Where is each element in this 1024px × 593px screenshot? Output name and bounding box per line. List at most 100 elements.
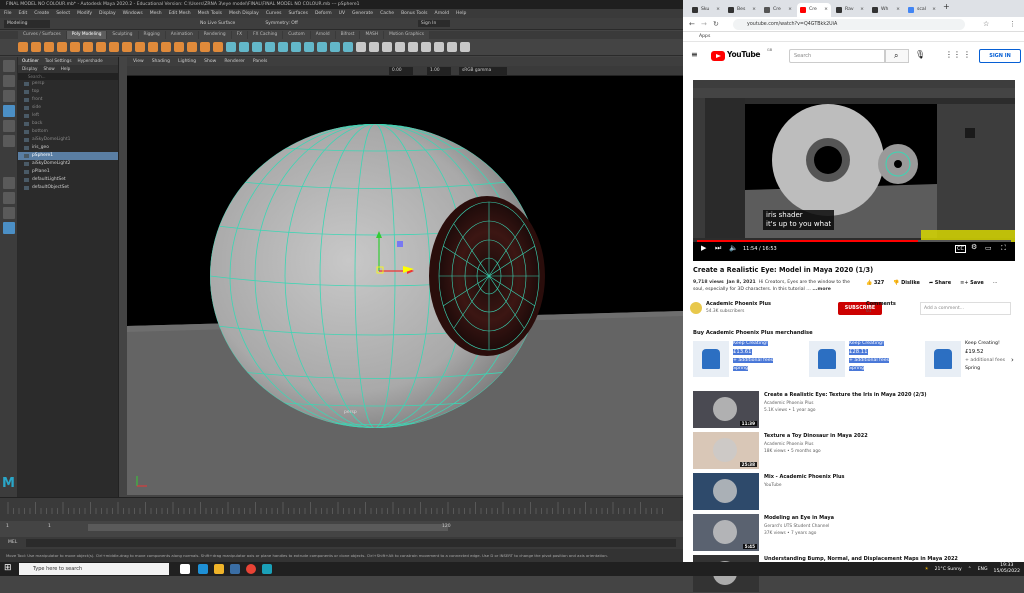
shelf-tab[interactable]: Rendering: [198, 31, 231, 39]
edge-icon[interactable]: [198, 564, 208, 574]
shelf-tab[interactable]: MASH: [360, 31, 384, 39]
gear-icon[interactable]: [174, 42, 184, 52]
recommended-video[interactable]: 11:39 Create a Realistic Eye: Texture the…: [693, 391, 1015, 429]
outliner-item[interactable]: bottom: [18, 128, 118, 136]
recommended-video[interactable]: 25:38 Texture a Toy Dinosaur in Maya 2022…: [693, 432, 1015, 470]
store-icon[interactable]: [230, 564, 240, 574]
browser-tab[interactable]: Rav ×: [833, 3, 867, 17]
tab-close-icon[interactable]: ×: [932, 3, 936, 17]
separate-icon[interactable]: [239, 42, 249, 52]
cube-icon[interactable]: [31, 42, 41, 52]
extrude-icon[interactable]: [291, 42, 301, 52]
outliner-menu-item[interactable]: Show: [43, 65, 54, 73]
maya-menu-item[interactable]: Mesh Display: [229, 11, 259, 16]
video-thumbnail[interactable]: 25:38: [693, 432, 759, 469]
maya-menu-item[interactable]: Mesh: [150, 11, 162, 16]
3d-viewport[interactable]: [127, 76, 683, 495]
mirror-icon[interactable]: [330, 42, 340, 52]
recommended-video[interactable]: 5:45 Modeling an Eye in Maya Gerard's UTS …: [693, 514, 1015, 552]
layout-four-icon[interactable]: [2, 192, 15, 204]
pyramid-icon[interactable]: [122, 42, 132, 52]
outliner-item[interactable]: pPlane1: [18, 168, 118, 176]
smooth-icon[interactable]: [252, 42, 262, 52]
forward-icon[interactable]: →: [701, 20, 707, 28]
settings-icon[interactable]: ⋮: [963, 50, 971, 59]
recommended-channel[interactable]: YouTube: [764, 483, 781, 488]
maya-menu-item[interactable]: File: [4, 11, 12, 16]
star-icon[interactable]: ☆: [983, 20, 989, 28]
maya-menu-item[interactable]: Select: [56, 11, 70, 16]
append-icon[interactable]: [343, 42, 353, 52]
outliner-item[interactable]: back: [18, 120, 118, 128]
recommended-title[interactable]: Mix - Academic Phoenix Plus: [764, 474, 844, 480]
maya-menu-item[interactable]: Edit: [19, 11, 28, 16]
boolean-icon[interactable]: [317, 42, 327, 52]
shelf-tab[interactable]: Motion Graphics: [384, 31, 430, 39]
maya-menu-item[interactable]: Cache: [380, 11, 394, 16]
cc-icon[interactable]: CC: [955, 245, 966, 253]
outliner-menu-item[interactable]: Help: [61, 65, 71, 73]
recommended-channel[interactable]: Academic Phoenix Plus: [764, 442, 814, 447]
target-weld-icon[interactable]: [382, 42, 392, 52]
back-icon[interactable]: ←: [689, 20, 695, 28]
clock[interactable]: 19:33 15/05/2022: [994, 563, 1020, 575]
mel-label[interactable]: MEL: [8, 540, 17, 545]
move-tool-icon[interactable]: [2, 105, 15, 117]
play-icon[interactable]: ▶: [701, 244, 706, 252]
maya-icon[interactable]: [262, 564, 272, 574]
video-thumbnail[interactable]: [693, 473, 759, 510]
outliner-item[interactable]: pSphere1: [18, 152, 118, 160]
helix-icon[interactable]: [161, 42, 171, 52]
layout-outliner-icon[interactable]: [2, 222, 15, 234]
comments-label[interactable]: Comments: [866, 301, 896, 307]
time-slider[interactable]: [0, 497, 683, 521]
maya-menu-item[interactable]: Curves: [266, 11, 282, 16]
layout-single-icon[interactable]: [2, 177, 15, 189]
maya-menu-item[interactable]: UV: [339, 11, 345, 16]
viewport-menu-item[interactable]: Shading: [152, 59, 170, 64]
video-thumbnail[interactable]: 5:45: [693, 514, 759, 551]
save-button[interactable]: ≡+ Save: [960, 280, 984, 286]
offset-loop-icon[interactable]: [408, 42, 418, 52]
shelf-tab[interactable]: Bifrost: [335, 31, 360, 39]
bookmark-apps[interactable]: Apps: [699, 34, 710, 39]
lasso-tool-icon[interactable]: [2, 75, 15, 87]
browser-tab[interactable]: Wh ×: [869, 3, 903, 17]
tab-close-icon[interactable]: ×: [716, 3, 720, 17]
url-field[interactable]: youtube.com/watch?v=Q4GTBkk2UiA: [733, 19, 965, 30]
shelf-tab[interactable]: FX: [231, 31, 248, 39]
shelf-tab[interactable]: Custom: [283, 31, 310, 39]
exposure-field[interactable]: 0.00: [389, 67, 413, 75]
fill-hole-icon[interactable]: [356, 42, 366, 52]
pipe-icon[interactable]: [148, 42, 158, 52]
browser-tab[interactable]: Cre ×: [797, 3, 831, 17]
browser-tab[interactable]: Cre ×: [761, 3, 795, 17]
range-end[interactable]: 120: [442, 524, 451, 529]
maya-sign-in[interactable]: Sign In: [417, 20, 451, 27]
disc-icon[interactable]: [96, 42, 106, 52]
search-input[interactable]: Search: [789, 49, 885, 63]
merge-icon[interactable]: [304, 42, 314, 52]
mel-input[interactable]: [26, 539, 676, 547]
merch-item[interactable]: Keep Creating! £19.52 + additional fees Spr…: [925, 341, 1024, 379]
torus-icon[interactable]: [70, 42, 80, 52]
symmetry-label[interactable]: Symmetry: Off: [265, 21, 298, 26]
weather-text[interactable]: 21°C Sunny: [935, 567, 962, 572]
outliner-item[interactable]: aiSkyDomeLight2: [18, 160, 118, 168]
cone-icon[interactable]: [57, 42, 67, 52]
outliner-tab[interactable]: Tool Settings: [45, 57, 72, 65]
bridge-icon[interactable]: [278, 42, 288, 52]
outliner-item[interactable]: defaultObjectSet: [18, 184, 118, 192]
more-link[interactable]: ...more: [812, 287, 831, 292]
new-tab-icon[interactable]: +: [943, 2, 950, 11]
next-icon[interactable]: ⏭: [715, 244, 721, 253]
progress-bar[interactable]: [697, 240, 1011, 242]
more-actions-icon[interactable]: ⋯: [993, 280, 998, 286]
recommended-channel[interactable]: Gerard's UTS Student Channel: [764, 524, 829, 529]
video-thumbnail[interactable]: 11:39: [693, 391, 759, 428]
outliner-menu-item[interactable]: Display: [22, 65, 37, 73]
volume-icon[interactable]: 🔈: [729, 244, 738, 252]
shelf-tab[interactable]: FX Caching: [248, 31, 283, 39]
search-button[interactable]: ⌕: [885, 49, 909, 63]
merch-item[interactable]: Keep Creating! £13.61 + additional fees Spr…: [693, 341, 805, 379]
